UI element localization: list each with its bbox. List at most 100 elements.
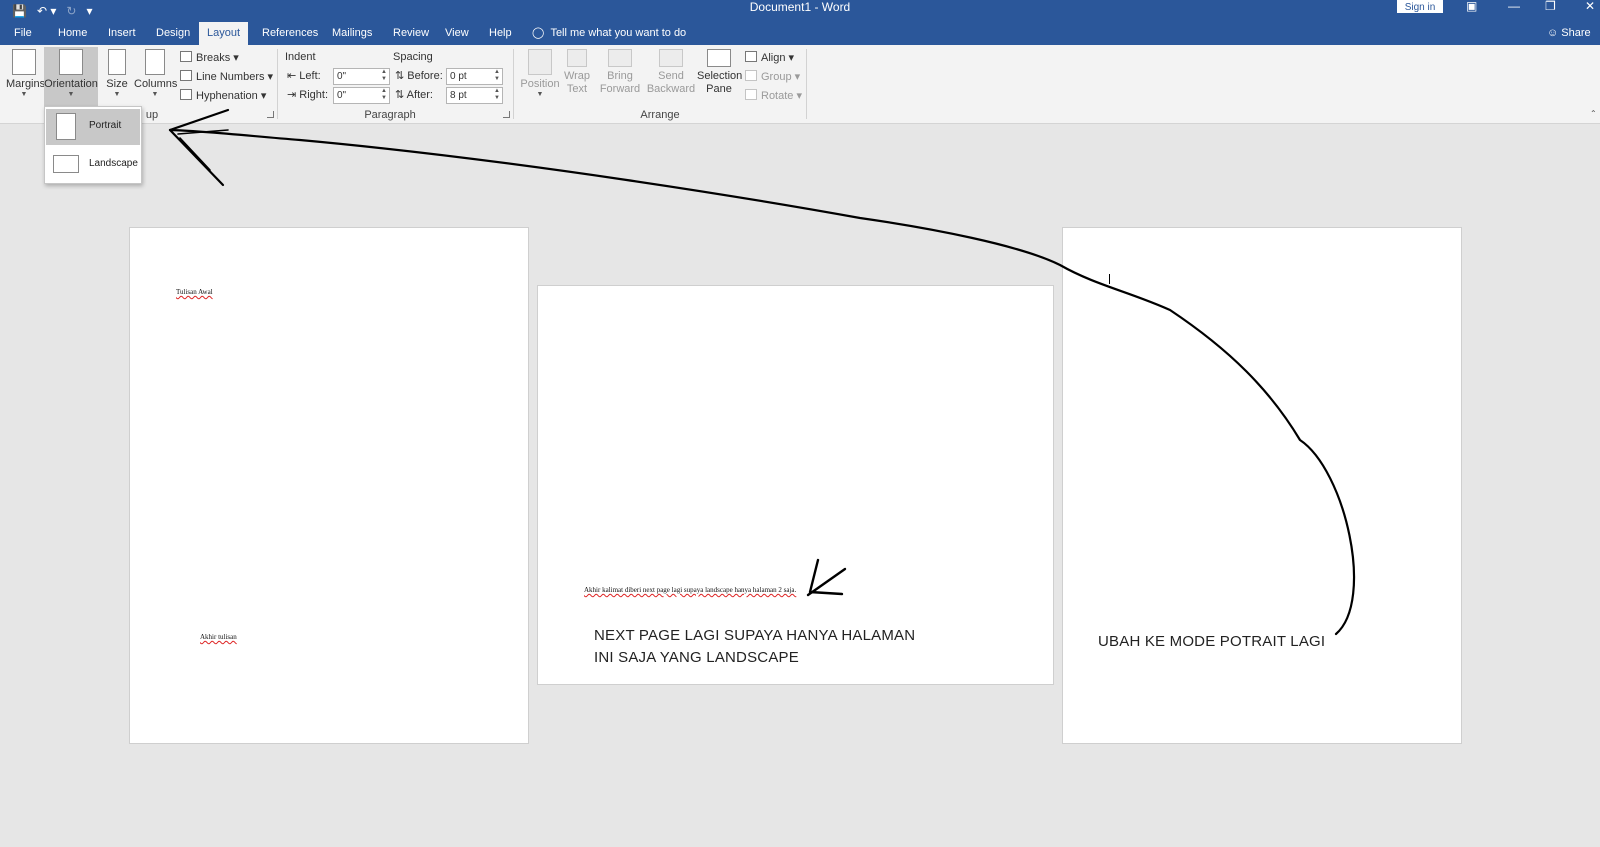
orientation-option-portrait[interactable]: Portrait [46,109,140,145]
text-cursor [1109,274,1110,284]
line-numbers-label: Line Numbers [196,71,265,83]
paragraph-group-label: Paragraph [364,109,416,121]
tell-me-search[interactable]: ◯ Tell me what you want to do [532,22,686,45]
portrait-icon [56,113,76,140]
tab-file[interactable]: File [6,22,40,45]
arrange-group-label: Arrange [640,109,680,121]
ribbon-tabs: File Home Insert Design Layout Reference… [0,22,1600,45]
tab-layout[interactable]: Layout [199,22,249,45]
orientation-menu: Portrait Landscape [44,106,142,184]
size-button[interactable]: Size ▼ [104,49,130,99]
margins-button[interactable]: Margins ▼ [6,49,45,99]
restore-icon[interactable]: ❐ [1545,0,1556,12]
share-button[interactable]: ☺ Share [1547,22,1591,45]
send-backward-icon [659,49,683,67]
indent-right-label: ⇥ Right: [287,89,329,101]
bring-forward-label: Bring [607,70,633,82]
selection-pane-button[interactable]: Selection Pane [697,49,742,96]
align-button[interactable]: Align ▾ [745,50,794,66]
tab-mailings[interactable]: Mailings [324,22,380,45]
tab-view[interactable]: View [437,22,477,45]
bring-forward-label-2: Forward [599,83,641,95]
page2-note-line2: INI SAJA YANG LANDSCAPE [594,649,799,666]
breaks-label: Breaks [196,52,231,64]
tell-me-label: Tell me what you want to do [550,27,687,39]
portrait-label: Portrait [89,120,122,131]
spacing-before-label: ⇅ Before: [395,70,443,82]
collapse-ribbon-icon[interactable]: ⌃ [1590,109,1597,118]
page2-note-line1: NEXT PAGE LAGI SUPAYA HANYA HALAMAN [594,627,916,644]
group-separator [513,49,514,119]
position-icon [528,49,552,75]
selection-pane-label-2: Pane [706,83,732,95]
breaks-button[interactable]: Breaks ▾ [180,50,239,66]
group-button[interactable]: Group ▾ [745,69,800,85]
share-label: Share [1561,27,1591,39]
page1-bottom-text: Akhir tulisan [200,633,237,641]
page1-top-text: Tulisan Awal [176,288,213,296]
page2-small-text: Akhir kalimat diberi next page lagi supa… [584,586,797,594]
send-backward-button[interactable]: Send Backward [645,49,697,96]
spacing-after-icon: ⇅ [395,89,405,101]
spacing-after-label: ⇅ After: [395,89,433,101]
chevron-down-icon: ▼ [113,91,121,98]
align-label: Align [761,52,786,64]
landscape-label: Landscape [89,158,138,169]
ribbon-display-icon[interactable]: ▣ [1466,0,1477,12]
page-setup-group-label: up [145,109,159,121]
orientation-button[interactable]: Orientation ▼ [44,47,98,107]
line-numbers-button[interactable]: Line Numbers ▾ [180,69,273,85]
page-3[interactable]: UBAH KE MODE POTRAIT LAGI [1062,227,1462,744]
minimize-icon[interactable]: — [1508,0,1520,12]
position-button[interactable]: Position ▼ [520,49,560,99]
orientation-icon [59,49,83,75]
paragraph-launcher-icon[interactable] [503,111,510,118]
spacing-before-input[interactable]: 0 pt ▲ ▼ [446,68,503,85]
tab-help[interactable]: Help [481,22,520,45]
tab-review[interactable]: Review [385,22,437,45]
orientation-option-landscape[interactable]: Landscape [46,147,140,183]
wrap-text-label-2: Text [566,83,588,95]
bring-forward-icon [608,49,632,67]
tab-insert[interactable]: Insert [100,22,144,45]
page-1[interactable]: Tulisan Awal Akhir tulisan [129,227,529,744]
title-bar: 💾 ↶ ▾ ↻ ▾ Document1 - Word Sign in ▣ — ❐… [0,0,1600,22]
wrap-text-button[interactable]: Wrap Text [562,49,592,96]
rotate-label: Rotate [761,90,794,102]
tab-references[interactable]: References [254,22,326,45]
page-2[interactable]: Akhir kalimat diberi next page lagi supa… [537,285,1054,685]
hyphenation-button[interactable]: Hyphenation ▾ [180,88,266,104]
page-setup-launcher-icon[interactable] [267,111,274,118]
breaks-icon [180,51,192,62]
indent-left-icon: ⇤ [287,70,297,82]
wrap-text-icon [567,49,587,67]
bring-forward-button[interactable]: Bring Forward [597,49,643,96]
rotate-button[interactable]: Rotate ▾ [745,88,802,104]
group-separator [277,49,278,119]
spacing-before-icon: ⇅ [395,70,405,82]
sign-in-button[interactable]: Sign in [1397,0,1443,13]
indent-right-input[interactable]: 0" ▲ ▼ [333,87,390,104]
landscape-icon [53,155,79,173]
arrowhead-lower-stroke [168,128,225,187]
tab-home[interactable]: Home [50,22,95,45]
group-separator [806,49,807,119]
orientation-label: Orientation [44,78,98,90]
columns-button[interactable]: Columns ▼ [134,49,177,99]
person-icon: ☺ [1547,27,1559,39]
wrap-text-label: Wrap [563,70,591,82]
ribbon: Margins ▼ Orientation ▼ Size ▼ Columns ▼… [0,45,1600,124]
chevron-down-icon: ▼ [536,91,544,98]
chevron-down-icon: ▼ [20,91,28,98]
tab-design[interactable]: Design [148,22,198,45]
arrowhead-double-stroke [177,129,229,171]
spacing-after-input[interactable]: 8 pt ▲ ▼ [446,87,503,104]
group-icon [745,70,757,81]
indent-right-icon: ⇥ [287,89,297,101]
indent-left-input[interactable]: 0" ▲ ▼ [333,68,390,85]
send-backward-label: Send [658,70,684,82]
position-label: Position [520,78,560,90]
close-icon[interactable]: ✕ [1585,0,1595,12]
indent-left-label: ⇤ Left: [287,70,321,82]
spacing-heading: Spacing [393,51,433,63]
